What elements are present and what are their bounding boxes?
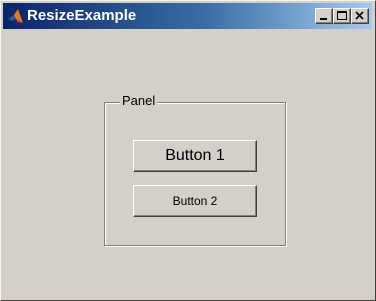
maximize-button[interactable]: [333, 8, 351, 24]
button-1[interactable]: Button 1: [133, 140, 257, 172]
matlab-logo-icon: [7, 8, 24, 25]
close-button[interactable]: [351, 8, 369, 24]
close-icon: [355, 11, 364, 20]
minimize-button[interactable]: [315, 8, 333, 24]
panel-group-box: [104, 102, 286, 246]
maximize-icon: [337, 11, 347, 20]
panel-title: Panel: [120, 93, 158, 109]
button-2[interactable]: Button 2: [133, 185, 257, 217]
window-title: ResizeExample: [27, 7, 137, 24]
title-bar[interactable]: ResizeExample: [3, 3, 372, 29]
minimize-icon: [320, 18, 327, 20]
